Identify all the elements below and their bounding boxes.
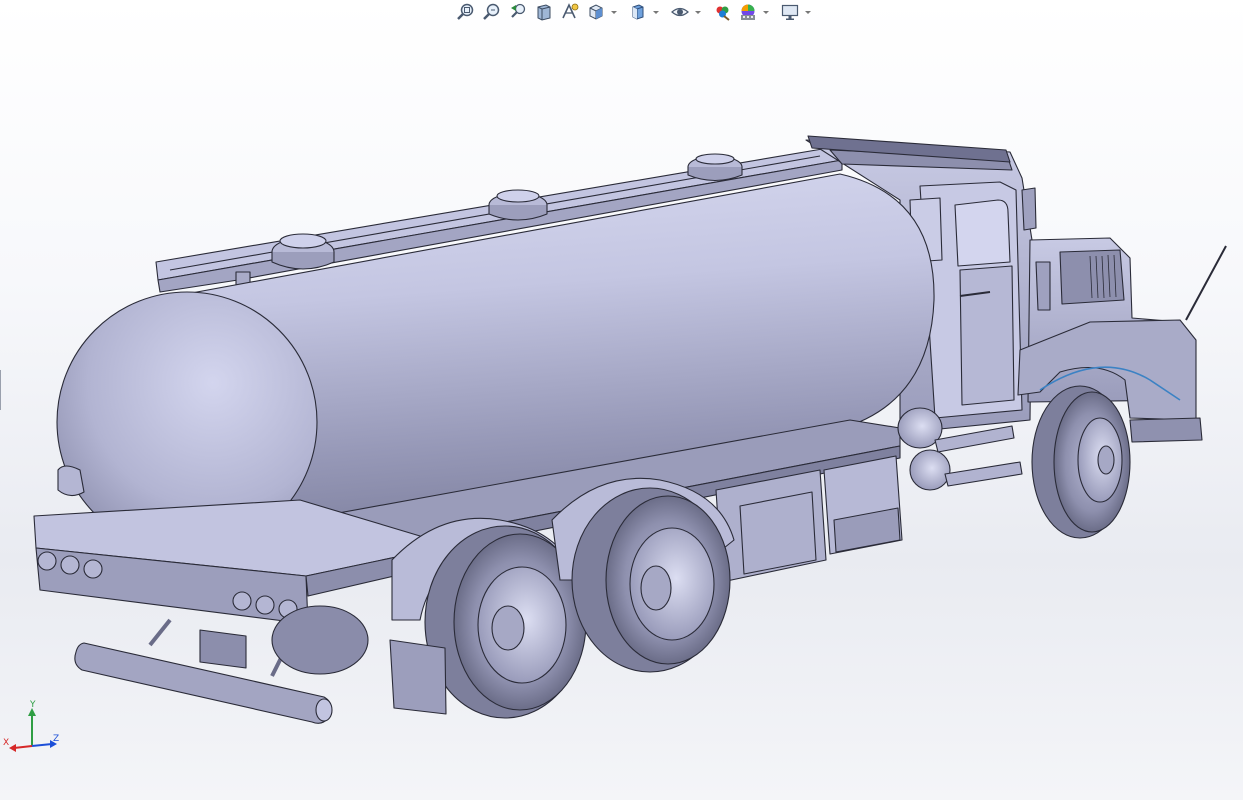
tanker-truck-model[interactable] — [0, 0, 1243, 800]
graphics-viewport[interactable]: Y Z X — [0, 0, 1243, 800]
triad-x-label: X — [3, 738, 10, 748]
front-wheel[interactable] — [1031, 385, 1131, 539]
triad-y-label: Y — [30, 700, 36, 710]
axis-triad-icon — [9, 708, 57, 752]
triad-z-label: Z — [53, 734, 60, 744]
reference-triad[interactable]: Y Z X — [2, 700, 62, 756]
